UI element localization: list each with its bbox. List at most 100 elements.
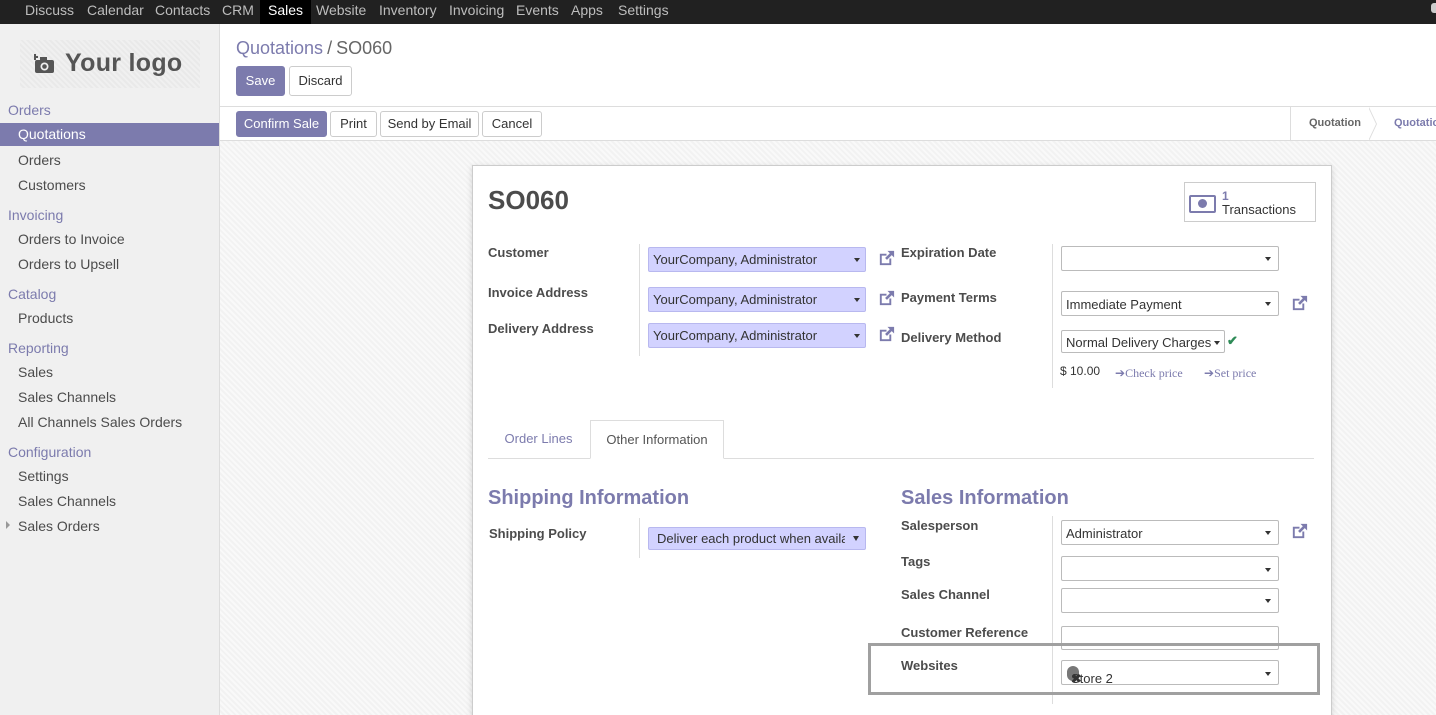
tab-other-information[interactable]: Other Information	[590, 420, 724, 459]
delivery-price: $ 10.00	[1060, 364, 1101, 378]
expand-caret-icon[interactable]	[6, 521, 10, 529]
dropdown-caret-icon[interactable]	[1265, 257, 1271, 261]
tab-order-lines[interactable]: Order Lines	[489, 420, 588, 459]
dropdown-caret-icon[interactable]	[1214, 341, 1220, 345]
nav-discuss[interactable]: Discuss	[17, 0, 82, 24]
nav-contacts[interactable]: Contacts	[147, 0, 218, 24]
sales-information-heading: Sales Information	[901, 487, 1069, 509]
delivery-address-label: Delivery Address	[488, 321, 594, 336]
order-name: SO060	[488, 185, 569, 215]
external-link-icon[interactable]	[877, 289, 896, 308]
customer-reference-label: Customer Reference	[901, 625, 1029, 640]
money-icon	[1189, 195, 1216, 213]
discard-button[interactable]: Discard	[289, 66, 352, 96]
company-logo[interactable]: Your logo	[20, 40, 200, 88]
dropdown-caret-icon[interactable]	[1265, 531, 1271, 535]
sidebar-item-all-channels-sales-orders[interactable]: All Channels Sales Orders	[18, 414, 182, 430]
nav-sales[interactable]: Sales	[260, 0, 312, 24]
sidebar-item-settings[interactable]: Settings	[18, 468, 69, 484]
sidebar-item-sales-orders[interactable]: Sales Orders	[18, 518, 100, 534]
customer-field[interactable]: YourCompany, Administrator	[648, 247, 866, 272]
sidebar-item-config-sales-channels[interactable]: Sales Channels	[18, 493, 116, 509]
nav-calendar[interactable]: Calendar	[79, 0, 152, 24]
breadcrumb-separator: /	[327, 38, 333, 58]
field-separator	[639, 518, 640, 558]
field-separator	[639, 244, 640, 356]
shipping-policy-label: Shipping Policy	[489, 526, 587, 541]
delivery-address-value: YourCompany, Administrator	[653, 328, 818, 343]
external-link-icon[interactable]	[877, 325, 896, 344]
delivery-method-value: Normal Delivery Charges	[1066, 335, 1212, 350]
divider	[220, 106, 1436, 107]
nav-events[interactable]: Events	[508, 0, 567, 24]
status-quotation[interactable]: Quotation	[1309, 117, 1361, 129]
dropdown-caret-icon[interactable]	[854, 298, 860, 302]
salesperson-label: Salesperson	[901, 518, 979, 533]
nav-invoicing[interactable]: Invoicing	[441, 0, 512, 24]
sidebar: Your logo Orders Quotations Orders Custo…	[0, 24, 220, 715]
cancel-button[interactable]: Cancel	[482, 111, 542, 137]
delivery-method-label: Delivery Method	[901, 330, 1002, 345]
menu-section-configuration: Configuration	[8, 444, 92, 460]
print-button[interactable]: Print	[330, 111, 377, 137]
sidebar-item-orders-to-upsell[interactable]: Orders to Upsell	[18, 256, 119, 272]
dropdown-caret-icon[interactable]	[1265, 302, 1271, 306]
expiration-date-label: Expiration Date	[901, 245, 997, 260]
confirm-sale-button[interactable]: Confirm Sale	[236, 111, 327, 137]
breadcrumb-current: SO060	[336, 38, 393, 58]
menu-section-orders: Orders	[8, 102, 51, 118]
transactions-label: Transactions	[1222, 202, 1296, 217]
payment-terms-field[interactable]: Immediate Payment	[1061, 291, 1279, 316]
camera-icon	[34, 54, 54, 73]
status-quotation-sent[interactable]: Quotation Sent	[1394, 117, 1436, 129]
delivery-address-field[interactable]: YourCompany, Administrator	[648, 323, 866, 348]
set-price-link[interactable]: ➔Set price	[1204, 366, 1256, 381]
dropdown-caret-icon[interactable]	[854, 334, 860, 338]
nav-settings[interactable]: Settings	[610, 0, 677, 24]
save-button[interactable]: Save	[236, 66, 285, 96]
invoice-address-field[interactable]: YourCompany, Administrator	[648, 287, 866, 312]
sidebar-item-orders-to-invoice[interactable]: Orders to Invoice	[18, 231, 125, 247]
menu-section-invoicing: Invoicing	[8, 207, 64, 223]
salesperson-value: Administrator	[1066, 526, 1143, 541]
nav-inventory[interactable]: Inventory	[371, 0, 445, 24]
check-icon: ✔	[1227, 333, 1238, 348]
external-link-icon[interactable]	[1290, 294, 1309, 313]
sidebar-item-orders[interactable]: Orders	[18, 152, 61, 168]
sales-channel-field[interactable]	[1061, 588, 1279, 613]
shipping-policy-select[interactable]: Deliver each product when available	[648, 527, 866, 550]
sidebar-item-sales[interactable]: Sales	[18, 364, 53, 380]
dropdown-caret-icon[interactable]	[853, 536, 859, 541]
websites-highlight-box	[868, 643, 1320, 695]
nav-website[interactable]: Website	[308, 0, 374, 24]
dropdown-caret-icon[interactable]	[854, 258, 860, 262]
field-separator	[1052, 244, 1053, 388]
check-price-label: Check price	[1125, 366, 1183, 380]
dropdown-caret-icon[interactable]	[1265, 599, 1271, 603]
customer-value: YourCompany, Administrator	[653, 252, 818, 267]
sidebar-item-quotations[interactable]: Quotations	[0, 123, 219, 146]
nav-crm[interactable]: CRM	[214, 0, 262, 24]
salesperson-field[interactable]: Administrator	[1061, 520, 1279, 545]
breadcrumb-quotations-link[interactable]: Quotations	[236, 38, 323, 58]
sidebar-item-products[interactable]: Products	[18, 310, 73, 326]
dropdown-caret-icon[interactable]	[1265, 568, 1271, 572]
sidebar-item-label: Quotations	[18, 126, 86, 142]
transactions-count: 1	[1222, 189, 1229, 203]
transactions-button[interactable]: 1 Transactions	[1184, 182, 1316, 222]
send-by-email-button[interactable]: Send by Email	[380, 111, 479, 137]
arrow-right-icon: ➔	[1115, 366, 1126, 380]
nav-apps[interactable]: Apps	[563, 0, 611, 24]
external-link-icon[interactable]	[877, 249, 896, 268]
payment-terms-value: Immediate Payment	[1066, 297, 1182, 312]
tags-field[interactable]	[1061, 556, 1279, 581]
check-price-link[interactable]: ➔Check price	[1115, 366, 1183, 381]
status-arrow-inner	[1368, 107, 1376, 141]
systray-icon[interactable]	[1431, 3, 1436, 13]
payment-terms-label: Payment Terms	[901, 290, 997, 305]
sidebar-item-customers[interactable]: Customers	[18, 177, 86, 193]
external-link-icon[interactable]	[1290, 522, 1309, 541]
sidebar-item-sales-channels[interactable]: Sales Channels	[18, 389, 116, 405]
delivery-method-field[interactable]: Normal Delivery Charges	[1061, 330, 1225, 353]
expiration-date-field[interactable]	[1061, 246, 1279, 271]
